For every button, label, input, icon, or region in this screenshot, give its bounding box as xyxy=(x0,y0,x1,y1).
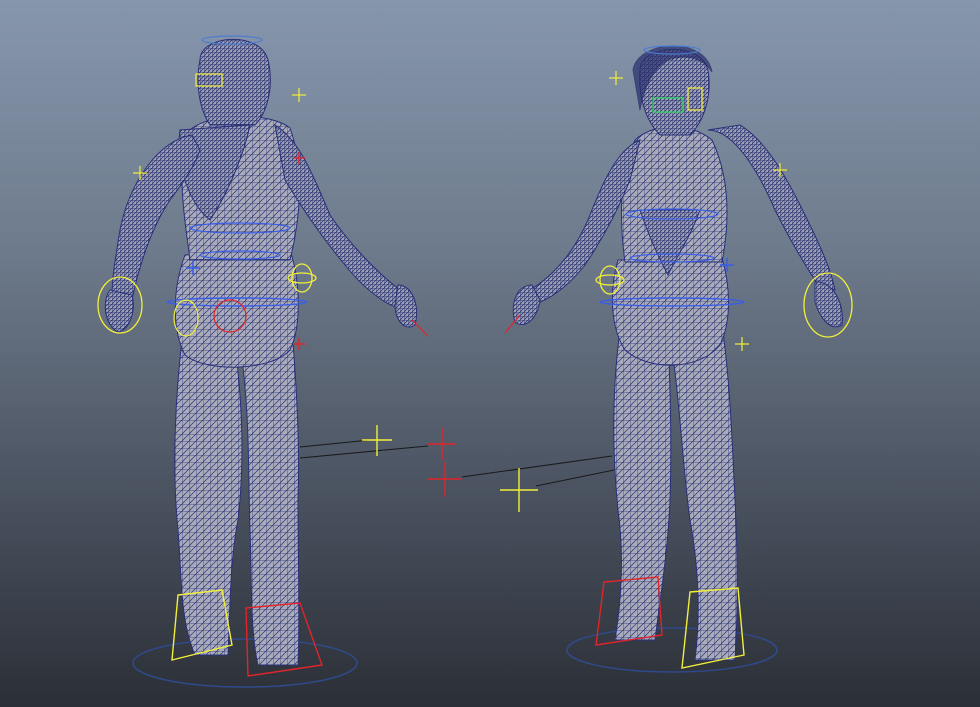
translate-cross-icon[interactable] xyxy=(292,88,306,102)
hips-mesh xyxy=(611,257,729,366)
pole-vector-icon[interactable] xyxy=(500,468,538,512)
pole-line xyxy=(299,439,371,448)
ground-circle-icon[interactable] xyxy=(132,638,358,688)
translate-cross-icon[interactable] xyxy=(293,338,305,350)
maya-viewport[interactable] xyxy=(0,0,980,707)
left-leg-mesh xyxy=(613,329,672,641)
pole-line xyxy=(299,445,429,459)
pole-vector-icon[interactable] xyxy=(428,428,456,460)
left-hand-mesh xyxy=(104,289,134,333)
translate-cross-icon[interactable] xyxy=(609,71,623,85)
translate-cross-icon[interactable] xyxy=(735,337,749,351)
right-leg-mesh xyxy=(239,329,300,666)
hood-mesh xyxy=(197,38,271,126)
right-hand-mesh xyxy=(814,281,843,328)
scene-canvas[interactable] xyxy=(0,0,980,707)
pole-vector-controls[interactable] xyxy=(299,425,615,512)
ground-circle-icon[interactable] xyxy=(566,627,778,673)
right-leg-mesh xyxy=(669,324,738,661)
character-back-view[interactable] xyxy=(97,35,429,688)
character-front-view[interactable] xyxy=(504,45,853,673)
left-leg-mesh xyxy=(174,339,243,656)
pole-line xyxy=(535,469,615,487)
pole-line xyxy=(461,455,613,478)
pole-vector-icon[interactable] xyxy=(428,462,462,497)
finger-pointer-icon xyxy=(411,319,429,337)
